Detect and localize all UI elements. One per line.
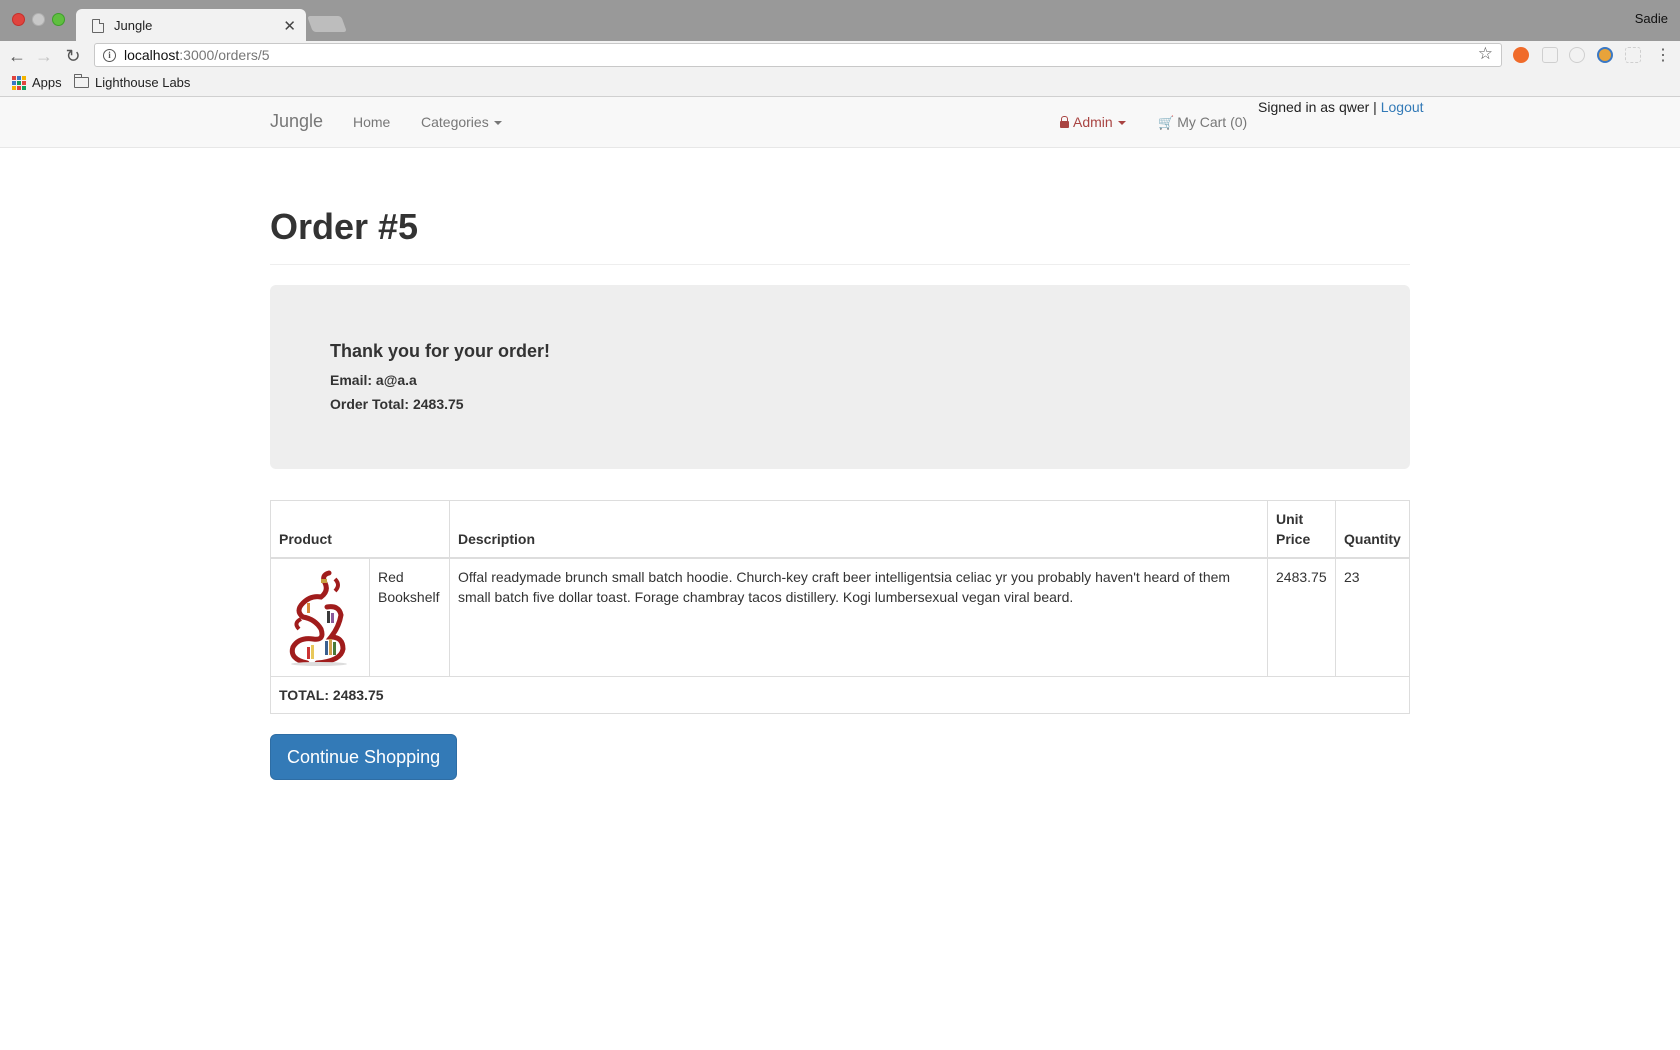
order-total: Order Total: 2483.75 [330, 396, 464, 412]
order-table-total: TOTAL: 2483.75 [270, 675, 1410, 714]
folder-icon [74, 74, 89, 88]
bookmark-label: Apps [32, 75, 62, 90]
bookmark-label: Lighthouse Labs [95, 75, 191, 90]
app-navbar: Jungle Home Categories Admin 🛒 My Cart (0… [0, 97, 1680, 148]
new-tab-button[interactable] [307, 16, 347, 32]
product-image [289, 570, 347, 666]
caret-down-icon [493, 121, 502, 126]
url-host: localhost [124, 47, 180, 63]
bookmarks-bar: Apps Lighthouse Labs [0, 70, 1680, 97]
close-window-button[interactable] [12, 13, 25, 26]
browser-menu-icon[interactable]: ⋮ [1655, 45, 1671, 65]
table-total-row: TOTAL: 2483.75 [270, 675, 1410, 714]
logout-link[interactable]: Logout [1381, 99, 1424, 115]
product-unit-price: 2483.75 [1267, 557, 1336, 677]
product-description: Offal readymade brunch small batch hoodi… [449, 557, 1268, 677]
nav-admin-dropdown[interactable]: Admin [1060, 114, 1126, 130]
header-quantity: Quantity [1335, 500, 1410, 559]
bookmark-apps[interactable]: Apps [12, 75, 62, 90]
header-unit-price: Unit Price [1267, 500, 1336, 559]
extension-icon[interactable] [1513, 47, 1529, 63]
table-row: Red Bookshelf Offal readymade brunch sma… [270, 557, 1410, 677]
thank-you-heading: Thank you for your order! [330, 341, 551, 361]
main-content: Order #5 Thank you for your order! Email… [270, 148, 1410, 780]
close-tab-icon[interactable]: ✕ [283, 17, 296, 35]
product-quantity: 23 [1335, 557, 1410, 677]
nav-categories-dropdown[interactable]: Categories [421, 114, 502, 130]
address-bar[interactable]: i localhost:3000/orders/5 ☆ [94, 43, 1502, 67]
page-icon [92, 18, 104, 33]
table-header-row: Product Description Unit Price Quantity [270, 500, 1410, 559]
shopping-cart-icon: 🛒 [1158, 115, 1175, 130]
page-title: Order #5 [270, 206, 419, 247]
page-header: Order #5 [270, 206, 1410, 265]
browser-toolbar: ← → ↻ i localhost:3000/orders/5 ☆ ⋮ [0, 41, 1680, 70]
reload-icon[interactable]: ↻ [62, 45, 84, 67]
continue-shopping-button[interactable]: Continue Shopping [270, 733, 458, 780]
extension-icon[interactable] [1597, 47, 1613, 63]
forward-arrow-icon[interactable]: → [33, 45, 55, 67]
signed-in-status: Signed in as qwer | Logout [1258, 99, 1424, 115]
browser-tab-strip: Jungle ✕ Sadie [0, 0, 1680, 42]
nav-categories-label: Categories [421, 114, 489, 130]
minimize-window-button[interactable] [32, 13, 45, 26]
extension-icon[interactable] [1542, 47, 1558, 63]
apps-grid-icon [12, 75, 26, 90]
zoom-window-button[interactable] [52, 13, 65, 26]
back-arrow-icon[interactable]: ← [6, 45, 28, 67]
product-name: Red Bookshelf [369, 557, 450, 677]
profile-name[interactable]: Sadie [1635, 11, 1668, 26]
extension-icon[interactable] [1569, 47, 1585, 63]
caret-down-icon [1117, 121, 1126, 126]
order-items-table: Product Description Unit Price Quantity [270, 500, 1410, 714]
product-image-cell [270, 557, 370, 677]
order-confirmation-panel: Thank you for your order! Email: a@a.a O… [270, 285, 1410, 469]
nav-cart-label: My Cart (0) [1177, 114, 1248, 130]
tab-title: Jungle [114, 18, 153, 33]
bookmark-star-icon[interactable]: ☆ [1478, 44, 1493, 64]
nav-cart[interactable]: 🛒 My Cart (0) [1158, 114, 1247, 131]
bookmark-lighthouse-labs[interactable]: Lighthouse Labs [74, 74, 191, 90]
order-email: Email: a@a.a [330, 372, 417, 388]
nav-home[interactable]: Home [353, 114, 390, 130]
header-product: Product [270, 500, 450, 559]
brand-link[interactable]: Jungle [270, 111, 323, 132]
header-description: Description [449, 500, 1268, 559]
nav-admin-label: Admin [1073, 114, 1113, 130]
signed-in-text: Signed in as qwer | [1258, 99, 1381, 115]
browser-tab[interactable]: Jungle ✕ [76, 9, 306, 42]
info-icon[interactable]: i [103, 48, 116, 62]
url-path: :3000/orders/5 [179, 47, 270, 63]
extension-icon[interactable] [1625, 47, 1641, 63]
lock-icon [1060, 116, 1069, 128]
